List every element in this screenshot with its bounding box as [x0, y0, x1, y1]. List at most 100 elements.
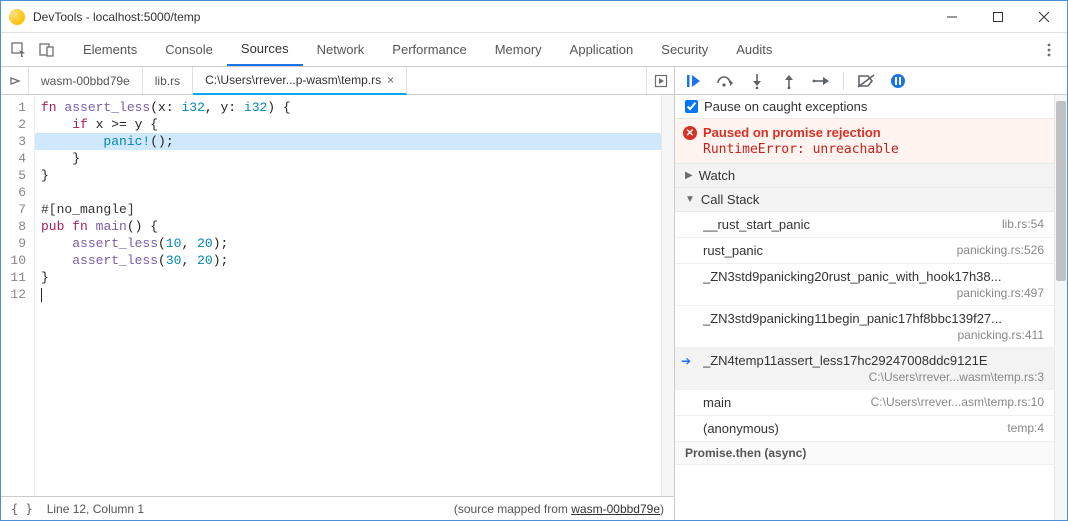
inspect-icon[interactable]	[7, 38, 31, 62]
stack-frame[interactable]: _ZN3std9panicking11begin_panic17hf8bbc13…	[675, 306, 1054, 348]
close-icon[interactable]: ×	[387, 73, 394, 87]
stack-frame-location: panicking.rs:411	[703, 328, 1044, 342]
file-tab-label: wasm-00bbd79e	[41, 74, 130, 88]
stack-frame-location: temp:4	[1007, 421, 1044, 436]
step-icon[interactable]	[809, 69, 833, 93]
chevron-right-icon: ▶	[685, 170, 693, 181]
stack-frame-function: _ZN3std9panicking11begin_panic17hf8bbc13…	[703, 311, 1044, 326]
callstack-list: __rust_start_paniclib.rs:54rust_panicpan…	[675, 212, 1054, 442]
navigator-toggle-icon[interactable]	[1, 67, 29, 94]
maximize-button[interactable]	[975, 1, 1021, 33]
device-toggle-icon[interactable]	[35, 38, 59, 62]
close-button[interactable]	[1021, 1, 1067, 33]
stack-frame-location: C:\Users\rrever...wasm\temp.rs:3	[703, 370, 1044, 384]
pause-on-caught-checkbox[interactable]	[685, 100, 698, 113]
file-tab[interactable]: lib.rs	[143, 67, 193, 94]
status-bar: { } Line 12, Column 1 (source mapped fro…	[1, 496, 674, 520]
stack-frame-function: rust_panic	[703, 243, 947, 258]
stack-frame-function: _ZN3std9panicking20rust_panic_with_hook1…	[703, 269, 1044, 284]
code-editor[interactable]: 123456789101112 fn assert_less(x: i32, y…	[1, 95, 674, 496]
panel-tab-sources[interactable]: Sources	[227, 33, 303, 66]
code-line: pub fn main() {	[41, 218, 674, 235]
async-group-label: Promise.then (async)	[675, 442, 1054, 465]
panel-tab-console[interactable]: Console	[151, 33, 227, 66]
panel-tabs: ElementsConsoleSourcesNetworkPerformance…	[69, 33, 786, 66]
stack-frame-location: panicking.rs:526	[957, 243, 1044, 258]
stack-frame[interactable]: rust_panic panicking.rs:526	[675, 238, 1054, 264]
code-line	[41, 184, 674, 201]
paused-reason-block: ✕ Paused on promise rejection RuntimeErr…	[675, 119, 1054, 164]
step-into-icon[interactable]	[745, 69, 769, 93]
debugger-panel: Pause on caught exceptions ✕ Paused on p…	[675, 67, 1067, 520]
code-line: assert_less(10, 20);	[41, 235, 674, 252]
minimize-button[interactable]	[929, 1, 975, 33]
stack-frame-function: main	[703, 395, 861, 410]
panel-tab-security[interactable]: Security	[647, 33, 722, 66]
panel-tabbar: ElementsConsoleSourcesNetworkPerformance…	[1, 33, 1067, 67]
file-tab-label: C:\Users\rrever...p-wasm\temp.rs	[205, 73, 381, 87]
paused-detail: RuntimeError: unreachable	[703, 142, 1044, 157]
source-map-info: (source mapped from wasm-00bbd79e)	[454, 502, 664, 516]
file-tab[interactable]: wasm-00bbd79e	[29, 67, 143, 94]
stack-frame-function: __rust_start_panic	[703, 217, 992, 232]
stack-frame-function: (anonymous)	[703, 421, 997, 436]
scrollbar-thumb[interactable]	[1056, 101, 1066, 281]
app-icon	[9, 9, 25, 25]
debugger-toolbar	[675, 67, 1067, 95]
watch-section-header[interactable]: ▶ Watch	[675, 164, 1054, 188]
panel-tab-application[interactable]: Application	[556, 33, 648, 66]
stack-frame-location: panicking.rs:497	[703, 286, 1044, 300]
file-tab[interactable]: C:\Users\rrever...p-wasm\temp.rs ×	[193, 67, 407, 95]
pause-on-caught-row[interactable]: Pause on caught exceptions	[675, 95, 1054, 119]
code-line: }	[41, 167, 674, 184]
code-line: if x >= y {	[41, 116, 674, 133]
chevron-down-icon: ▼	[685, 194, 695, 205]
panel-tab-performance[interactable]: Performance	[378, 33, 480, 66]
main-area: wasm-00bbd79e lib.rs C:\Users\rrever...p-w…	[1, 67, 1067, 520]
window-title: DevTools - localhost:5000/temp	[33, 10, 929, 24]
code-line	[41, 286, 674, 303]
titlebar: DevTools - localhost:5000/temp	[1, 1, 1067, 33]
resume-icon[interactable]	[681, 69, 705, 93]
code-line: }	[41, 150, 674, 167]
run-snippet-icon[interactable]	[646, 67, 674, 94]
callstack-section-header[interactable]: ▼ Call Stack	[675, 188, 1054, 212]
pause-on-exceptions-icon[interactable]	[886, 69, 910, 93]
stack-frame[interactable]: __rust_start_panic lib.rs:54	[675, 212, 1054, 238]
code-line: panic!();	[35, 133, 674, 150]
debugger-content: Pause on caught exceptions ✕ Paused on p…	[675, 95, 1054, 520]
step-over-icon[interactable]	[713, 69, 737, 93]
step-out-icon[interactable]	[777, 69, 801, 93]
window-controls	[929, 1, 1067, 33]
file-tab-label: lib.rs	[155, 74, 180, 88]
panel-tab-network[interactable]: Network	[303, 33, 379, 66]
stack-frame[interactable]: main C:\Users\rrever...asm\temp.rs:10	[675, 390, 1054, 416]
more-icon[interactable]	[1037, 38, 1061, 62]
stack-frame[interactable]: _ZN3std9panicking20rust_panic_with_hook1…	[675, 264, 1054, 306]
file-tabbar: wasm-00bbd79e lib.rs C:\Users\rrever...p-w…	[1, 67, 674, 95]
pause-on-caught-label: Pause on caught exceptions	[704, 99, 867, 114]
source-panel: wasm-00bbd79e lib.rs C:\Users\rrever...p-w…	[1, 67, 675, 520]
panel-tab-audits[interactable]: Audits	[722, 33, 786, 66]
code-line: #[no_mangle]	[41, 201, 674, 218]
panel-tab-elements[interactable]: Elements	[69, 33, 151, 66]
deactivate-breakpoints-icon[interactable]	[854, 69, 878, 93]
debugger-scrollbar[interactable]	[1054, 95, 1067, 520]
code-line: assert_less(30, 20);	[41, 252, 674, 269]
stack-frame[interactable]: (anonymous) temp:4	[675, 416, 1054, 442]
stack-frame-location: lib.rs:54	[1002, 217, 1044, 232]
code-scrollbar[interactable]	[661, 95, 674, 496]
stack-frame-location: C:\Users\rrever...asm\temp.rs:10	[871, 395, 1044, 410]
pretty-print-icon[interactable]: { }	[11, 502, 33, 516]
stack-frame[interactable]: ➔_ZN4temp11assert_less17hc29247008ddc912…	[675, 348, 1054, 390]
error-icon: ✕	[683, 126, 697, 140]
current-frame-icon: ➔	[681, 354, 691, 368]
code-content: fn assert_less(x: i32, y: i32) { if x >=…	[35, 95, 674, 496]
code-line: }	[41, 269, 674, 286]
panel-tab-memory[interactable]: Memory	[481, 33, 556, 66]
source-map-link[interactable]: wasm-00bbd79e	[571, 502, 660, 516]
paused-reason: Paused on promise rejection	[703, 125, 1044, 140]
line-gutter: 123456789101112	[1, 95, 35, 496]
toolbar-separator	[843, 72, 844, 90]
cursor-position: Line 12, Column 1	[47, 502, 144, 516]
